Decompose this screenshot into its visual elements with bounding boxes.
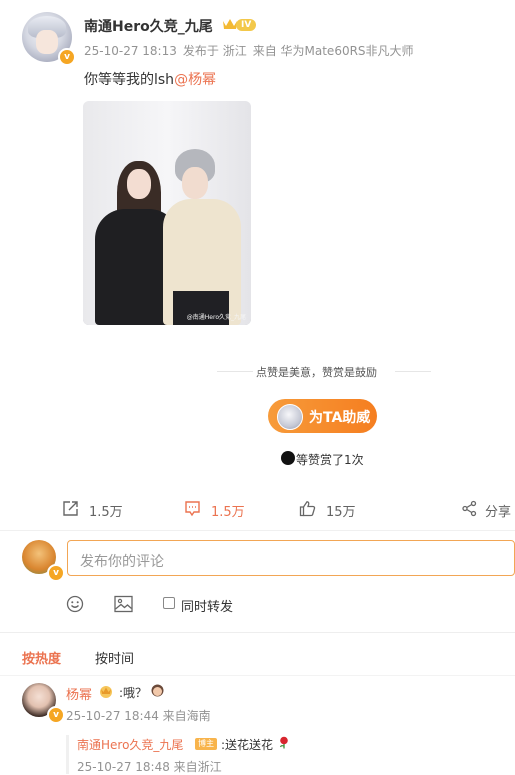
image-icon[interactable] — [114, 595, 133, 613]
reward-divider-text: 点赞是美意，赞赏是鼓励 — [256, 366, 377, 379]
divider — [0, 632, 515, 633]
like-button[interactable]: 15万 — [299, 500, 379, 520]
post-location: 发布于 浙江 — [182, 44, 247, 58]
verified-icon: v — [47, 706, 65, 724]
share-icon — [462, 500, 477, 517]
photo-watermark: @南通Hero久竞_九尾 — [186, 314, 246, 321]
author-name[interactable]: 南通Hero久竞_九尾 — [84, 16, 213, 36]
reply-text: :送花送花 — [221, 738, 274, 752]
comment-input[interactable]: 发布你的评论 — [67, 540, 515, 576]
emoji-icon[interactable] — [66, 595, 84, 613]
repost-checkbox[interactable] — [163, 597, 175, 609]
rewarder-avatar[interactable] — [281, 451, 295, 465]
divider-left — [217, 371, 253, 372]
photo-person-left-face — [127, 169, 151, 199]
repost-button[interactable]: 1.5万 — [62, 500, 142, 520]
tab-hot[interactable]: 按热度 — [22, 648, 61, 667]
reward-count[interactable]: 等赞赏了1次 — [296, 451, 364, 468]
photo-person-right-face — [182, 167, 208, 199]
repost-checkbox-label[interactable]: 同时转发 — [181, 596, 233, 615]
tab-time[interactable]: 按时间 — [95, 648, 134, 667]
divider — [0, 530, 515, 531]
like-count: 15万 — [326, 505, 356, 520]
mention-link[interactable]: @杨幂 — [174, 72, 216, 88]
comment-meta: 25-10-27 18:44 来自海南 — [66, 709, 211, 723]
reward-button-label: 为TA助威 — [309, 410, 371, 426]
comment-count: 1.5万 — [211, 505, 245, 520]
post-body: 你等等我的lsh — [84, 72, 175, 88]
comment-icon — [185, 501, 200, 517]
author-tag-badge: 博主 — [195, 738, 217, 750]
verified-icon: v — [47, 564, 65, 582]
comment-button[interactable]: 1.5万 — [184, 500, 264, 520]
post-photo[interactable]: @南通Hero久竞_九尾 — [83, 101, 251, 325]
share-label: 分享 — [485, 505, 512, 520]
avatar-face — [36, 30, 58, 54]
post-source[interactable]: 来自 华为Mate60RS非凡大师 — [253, 44, 414, 58]
reward-avatar — [277, 404, 303, 430]
level-badge: IV — [236, 19, 257, 31]
rose-icon — [279, 736, 288, 749]
post-meta: 25-10-27 18:13 发布于 浙江 来自 华为Mate60RS非凡大师 — [84, 42, 420, 59]
share-button[interactable]: 分享 — [461, 500, 515, 520]
reply-indicator — [66, 735, 69, 774]
thumbs-up-icon — [299, 501, 316, 517]
member-crown-icon — [100, 686, 112, 698]
divider — [0, 675, 515, 676]
reply-author-name[interactable]: 南通Hero久竞_九尾 — [77, 736, 183, 753]
post-date[interactable]: 25-10-27 18:13 — [84, 44, 177, 58]
repost-count: 1.5万 — [89, 505, 123, 520]
reward-button[interactable]: 为TA助威 — [268, 399, 377, 433]
comment-text: :哦？ — [119, 686, 148, 700]
post-text: 你等等我的lsh@杨幂 — [84, 69, 216, 89]
emoji-face-icon — [151, 684, 164, 697]
verified-icon: v — [58, 48, 76, 66]
repost-icon — [63, 501, 78, 516]
divider-right — [395, 371, 431, 372]
reply-meta: 25-10-27 18:48 来自浙江 — [77, 760, 222, 774]
commenter-name[interactable]: 杨幂 — [66, 684, 92, 703]
